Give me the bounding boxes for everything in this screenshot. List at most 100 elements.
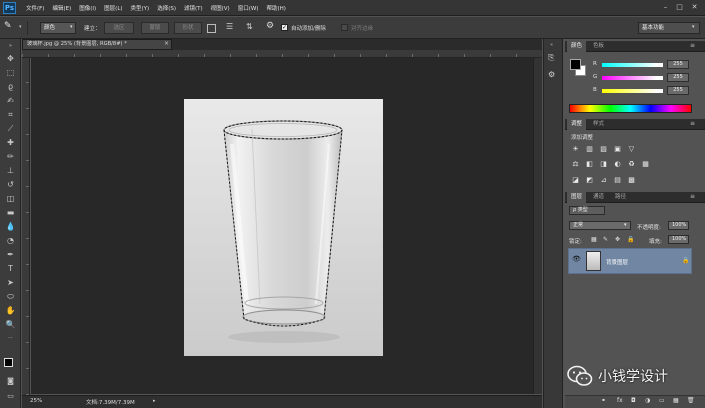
- maximize-button[interactable]: □: [675, 3, 684, 12]
- channel-mixer-adjustment-icon[interactable]: ♻: [627, 160, 636, 168]
- history-brush-tool-icon[interactable]: ↺: [5, 179, 16, 190]
- more-tools-icon[interactable]: ⋯: [5, 333, 16, 344]
- panel-menu-icon[interactable]: ≡: [690, 42, 695, 49]
- gear-icon[interactable]: ⚙: [266, 21, 274, 31]
- quick-mask-icon[interactable]: ◙: [5, 376, 16, 387]
- zoom-tool-icon[interactable]: 🔍: [5, 319, 16, 330]
- tab-adjustments[interactable]: 调整: [567, 119, 587, 130]
- threshold-adjustment-icon[interactable]: ⊿: [599, 176, 608, 184]
- menu-image[interactable]: 图像(I): [79, 4, 96, 12]
- lock-position-icon[interactable]: ✥: [615, 236, 620, 243]
- minimize-button[interactable]: –: [661, 3, 670, 12]
- move-tool-icon[interactable]: ✥: [5, 53, 16, 64]
- tab-layers[interactable]: 图层: [567, 192, 587, 203]
- close-window-button[interactable]: ✕: [690, 3, 699, 12]
- menu-help[interactable]: 帮助(H): [266, 4, 285, 12]
- selective-color-adjustment-icon[interactable]: ▩: [627, 176, 636, 184]
- posterize-adjustment-icon[interactable]: ◩: [585, 176, 594, 184]
- green-value[interactable]: 255: [667, 73, 689, 82]
- lock-all-icon[interactable]: 🔒: [627, 236, 634, 243]
- tab-color[interactable]: 颜色: [567, 41, 587, 52]
- make-selection-button[interactable]: 选区: [104, 22, 134, 34]
- opacity-input[interactable]: 100%: [668, 221, 689, 230]
- new-group-icon[interactable]: ▭: [659, 397, 665, 404]
- healing-brush-tool-icon[interactable]: ✚: [5, 137, 16, 148]
- preset-dropdown-arrow-icon[interactable]: ▾: [19, 24, 22, 30]
- color-panel-foreground-swatch[interactable]: [570, 59, 581, 70]
- curves-adjustment-icon[interactable]: ▨: [599, 145, 608, 153]
- path-selection-tool-icon[interactable]: ➤: [5, 277, 16, 288]
- panel-menu-icon[interactable]: ≡: [690, 193, 695, 200]
- align-edges-checkbox[interactable]: [341, 24, 348, 31]
- blue-slider[interactable]: [602, 89, 663, 93]
- blue-value[interactable]: 255: [667, 86, 689, 95]
- marquee-tool-icon[interactable]: ⬚: [5, 67, 16, 78]
- photo-filter-adjustment-icon[interactable]: ◐: [613, 160, 622, 168]
- blur-tool-icon[interactable]: 💧: [5, 221, 16, 232]
- clone-stamp-tool-icon[interactable]: ⊥: [5, 165, 16, 176]
- color-spectrum-bar[interactable]: [569, 104, 692, 113]
- gradient-tool-icon[interactable]: ▬: [5, 207, 16, 218]
- visibility-eye-icon[interactable]: 👁: [572, 255, 581, 263]
- lock-transparent-icon[interactable]: ▦: [591, 236, 597, 243]
- blend-mode-select[interactable]: 正常: [569, 221, 631, 230]
- path-operations-icon[interactable]: [207, 24, 216, 33]
- exposure-adjustment-icon[interactable]: ▣: [613, 145, 622, 153]
- workspace-select[interactable]: 基本功能: [638, 22, 700, 34]
- menu-type[interactable]: 类型(Y): [131, 4, 150, 12]
- delete-layer-icon[interactable]: 🗑: [687, 397, 695, 404]
- menu-filter[interactable]: 滤镜(T): [184, 4, 203, 12]
- layer-name[interactable]: 背景图层: [606, 258, 628, 266]
- screen-mode-icon[interactable]: ▭: [5, 391, 16, 402]
- shape-tool-icon[interactable]: ⬭: [5, 291, 16, 302]
- auto-add-delete-checkbox[interactable]: ✓: [281, 24, 288, 31]
- tab-channels[interactable]: 通道: [589, 192, 608, 203]
- lasso-tool-icon[interactable]: ϱ: [5, 81, 16, 92]
- layer-style-icon[interactable]: fx: [617, 397, 623, 404]
- make-mask-button[interactable]: 蒙版: [141, 22, 169, 34]
- add-mask-icon[interactable]: ◘: [631, 397, 636, 404]
- document-image[interactable]: [184, 99, 383, 356]
- link-layers-icon[interactable]: ⚭: [601, 397, 606, 404]
- gradient-map-adjustment-icon[interactable]: ▤: [613, 176, 622, 184]
- brightness-adjustment-icon[interactable]: ☀: [571, 145, 580, 153]
- menu-layer[interactable]: 图层(L): [104, 4, 122, 12]
- zoom-level[interactable]: 25%: [30, 398, 42, 404]
- document-tab[interactable]: 玻璃杯.jpg @ 25% (背景图层, RGB/8#) *: [22, 39, 172, 50]
- crop-tool-icon[interactable]: ⌗: [5, 109, 16, 120]
- menu-select[interactable]: 选择(S): [157, 4, 176, 12]
- vibrance-adjustment-icon[interactable]: ▽: [627, 145, 636, 153]
- eraser-tool-icon[interactable]: ◫: [5, 193, 16, 204]
- black-white-adjustment-icon[interactable]: ◨: [599, 160, 608, 168]
- color-lookup-adjustment-icon[interactable]: ▦: [641, 160, 650, 168]
- status-arrow-icon[interactable]: ▸: [153, 398, 156, 404]
- properties-panel-icon[interactable]: ⚙: [548, 70, 555, 79]
- path-alignment-icon[interactable]: ☰: [226, 22, 233, 31]
- dodge-tool-icon[interactable]: ◔: [5, 235, 16, 246]
- foreground-color-swatch[interactable]: [4, 358, 13, 367]
- green-slider[interactable]: [602, 76, 663, 80]
- levels-adjustment-icon[interactable]: ▥: [585, 145, 594, 153]
- menu-window[interactable]: 窗口(W): [238, 4, 259, 12]
- lock-pixels-icon[interactable]: ✎: [603, 236, 608, 243]
- tab-styles[interactable]: 样式: [589, 119, 608, 130]
- toolbar-collapse-icon[interactable]: »: [5, 43, 16, 49]
- brush-tool-icon[interactable]: ✏: [5, 151, 16, 162]
- dock-collapse-icon[interactable]: «: [550, 42, 553, 48]
- color-balance-adjustment-icon[interactable]: ◧: [585, 160, 594, 168]
- hue-saturation-adjustment-icon[interactable]: ⚖: [571, 160, 580, 168]
- red-value[interactable]: 255: [667, 60, 689, 69]
- eyedropper-tool-icon[interactable]: ⟋: [5, 123, 16, 134]
- quick-selection-tool-icon[interactable]: ✍: [5, 95, 16, 106]
- menu-file[interactable]: 文件(F): [26, 4, 44, 12]
- pen-tool-preset-icon[interactable]: ✎: [4, 21, 18, 34]
- tab-swatches[interactable]: 色板: [589, 41, 608, 52]
- hand-tool-icon[interactable]: ✋: [5, 305, 16, 316]
- adjustment-layer-icon[interactable]: ◑: [645, 397, 650, 404]
- make-shape-button[interactable]: 形状: [174, 22, 202, 34]
- fill-input[interactable]: 100%: [668, 235, 689, 244]
- path-arrangement-icon[interactable]: ⇅: [246, 22, 253, 31]
- type-tool-icon[interactable]: T: [5, 263, 16, 274]
- tab-paths[interactable]: 路径: [611, 192, 630, 203]
- layer-row[interactable]: 👁 背景图层 🔒: [568, 248, 692, 274]
